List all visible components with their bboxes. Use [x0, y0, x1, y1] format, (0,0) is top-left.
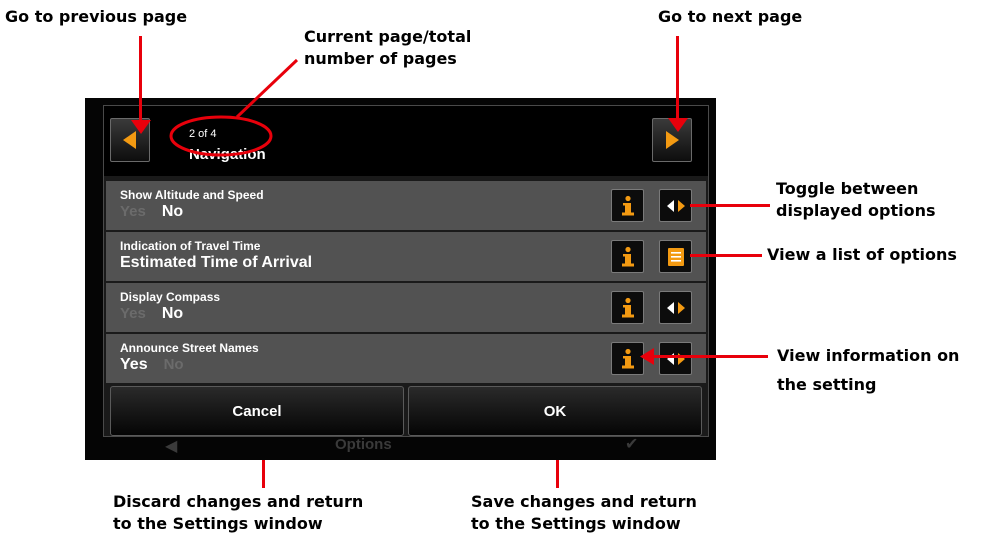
- callout-overlay: [169, 58, 299, 157]
- callout-arrowhead-info: [640, 348, 654, 365]
- page-indicator-highlight: [169, 115, 273, 157]
- callout-line-info: [648, 355, 768, 358]
- callout-line-discard: [262, 460, 265, 488]
- callout-line-toggle: [690, 204, 770, 207]
- callout-line-save: [556, 460, 559, 488]
- callout-line-list: [690, 254, 762, 257]
- callout-line-page-count: [235, 58, 299, 119]
